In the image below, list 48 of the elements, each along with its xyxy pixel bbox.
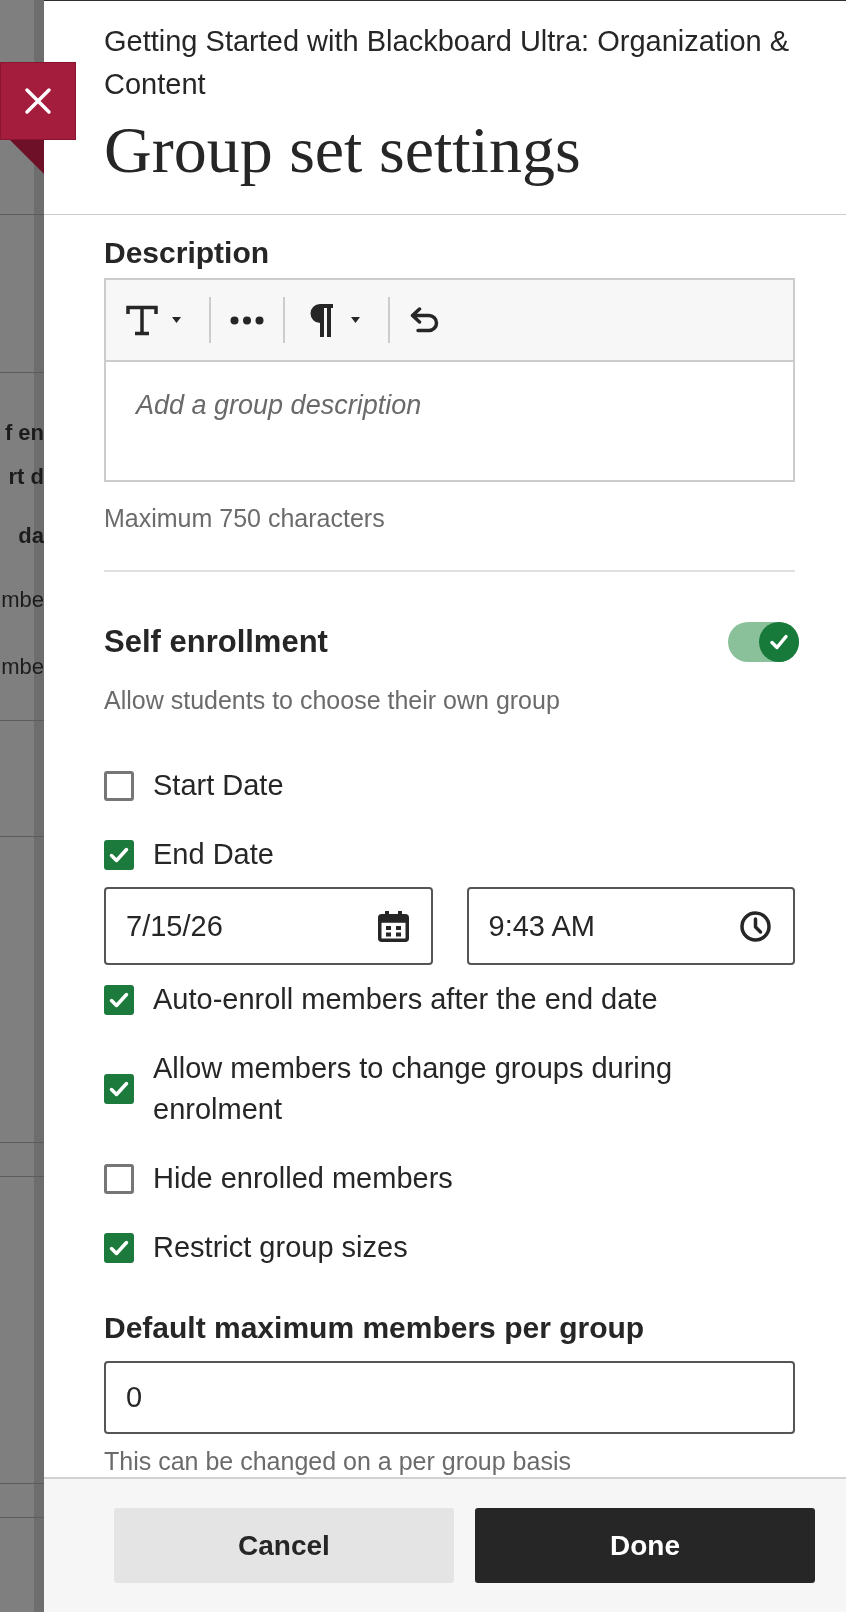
close-icon	[24, 87, 52, 115]
hint-text: This can be changed on a per group basis	[104, 1446, 571, 1476]
self-enrollment-label: Self enrollment	[104, 623, 328, 661]
checkbox[interactable]	[104, 1163, 134, 1194]
checkbox-label: Hide enrolled members	[153, 1161, 453, 1196]
check-icon	[109, 1239, 129, 1256]
dialog-title: Group set settings	[104, 112, 582, 188]
caret-icon	[172, 317, 181, 323]
check-icon	[109, 991, 129, 1008]
description-label: Description	[104, 235, 270, 271]
checkbox[interactable]	[104, 1232, 134, 1263]
calendar-icon	[377, 910, 409, 942]
checkbox-label: End Date	[153, 837, 274, 872]
checkbox[interactable]	[104, 839, 134, 870]
caret-icon	[351, 317, 360, 323]
checkbox-label: Auto-enroll members after the end date	[153, 982, 658, 1017]
check-icon	[109, 846, 129, 863]
close-button[interactable]	[0, 62, 76, 140]
time-field[interactable]: 9:43 AM	[466, 887, 795, 965]
background-text: rt d	[8, 463, 44, 491]
checkbox-label: Allow members to change groups during enrolment	[153, 1051, 674, 1127]
checkbox-label: Start Date	[153, 768, 284, 803]
primary-button[interactable]: Done	[475, 1508, 815, 1583]
background-text: mbe	[1, 653, 44, 681]
ribbon-fold-icon	[10, 140, 44, 174]
checkbox[interactable]	[104, 984, 134, 1015]
course-title: Getting Started with Blackboard Ultra: Organization & Content	[104, 24, 791, 102]
secondary-button[interactable]: Cancel	[114, 1508, 454, 1583]
undo-icon	[410, 306, 440, 334]
max-members-field[interactable]: 0	[104, 1361, 795, 1434]
hint-text: Maximum 750 characters	[104, 503, 385, 533]
date-field[interactable]: 7/15/26	[104, 887, 433, 965]
checkbox-label: Restrict group sizes	[153, 1230, 408, 1265]
checkbox[interactable]	[104, 1074, 134, 1104]
max-members-label: Default maximum members per group	[104, 1310, 645, 1346]
check-icon	[759, 622, 799, 662]
ellipsis-icon	[230, 315, 264, 325]
clock-icon	[740, 910, 771, 942]
text-format-icon	[126, 304, 158, 336]
check-icon	[109, 1081, 129, 1097]
checkbox[interactable]	[104, 770, 134, 801]
self-enrollment-toggle[interactable]	[728, 622, 799, 662]
background-text: f en	[4, 419, 44, 447]
pilcrow-icon	[307, 303, 333, 337]
background-text: da	[18, 522, 44, 550]
description-field[interactable]: Add a group description	[106, 362, 793, 480]
background-text: mbe	[1, 586, 44, 614]
hint-text: Allow students to choose their own group	[104, 685, 560, 715]
